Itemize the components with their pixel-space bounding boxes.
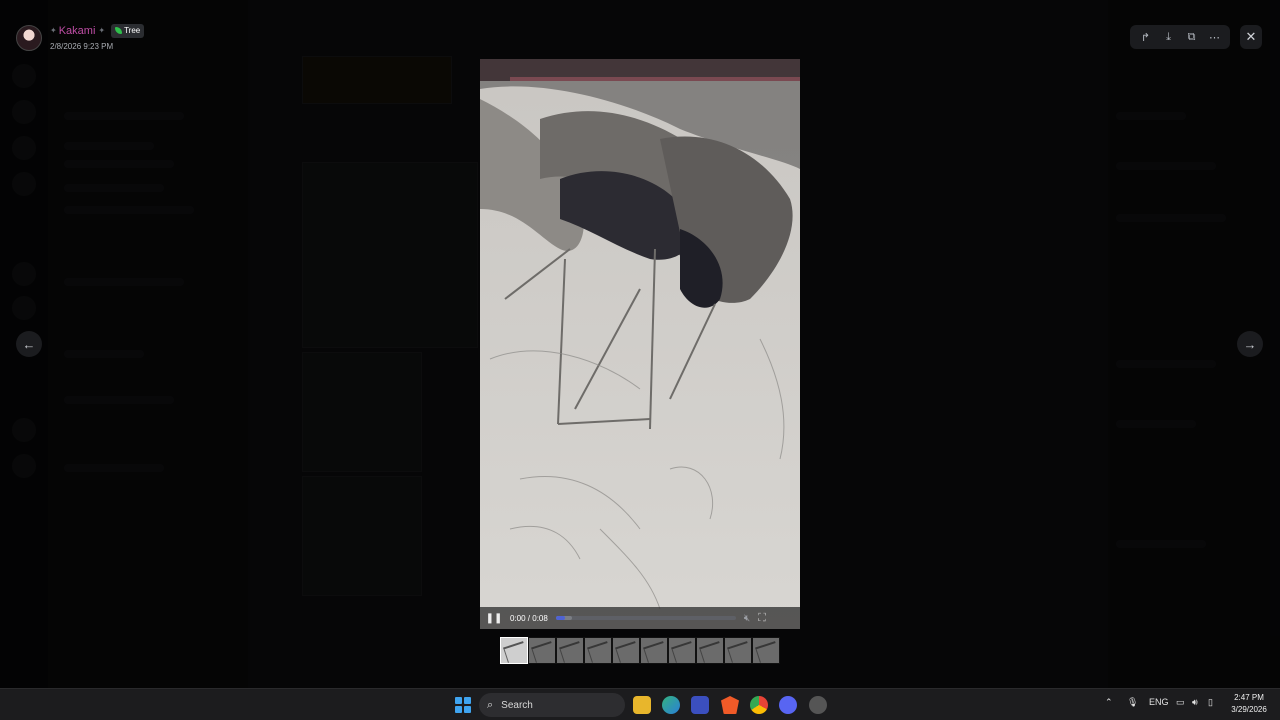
role-badge: Tree <box>111 23 145 38</box>
close-icon[interactable]: ✕ <box>1240 25 1262 49</box>
network-icon[interactable]: ▭ <box>1176 697 1185 708</box>
clock-time: 2:47 PM <box>1234 693 1264 702</box>
open-external-icon[interactable]: ⧉ <box>1183 28 1201 46</box>
brave-icon[interactable] <box>721 696 739 714</box>
media-thumbnail[interactable] <box>556 637 584 664</box>
media-thumbnail[interactable] <box>584 637 612 664</box>
media-thumbnail[interactable] <box>612 637 640 664</box>
video-progress-fill <box>555 616 565 620</box>
media-thumbnail[interactable] <box>528 637 556 664</box>
media-thumbnail[interactable] <box>640 637 668 664</box>
video-time: 0:00 / 0:08 <box>510 613 548 623</box>
download-icon[interactable]: ⤓ <box>1160 28 1178 46</box>
volume-icon[interactable]: 🔊︎ <box>1192 697 1198 708</box>
video-controls: ❚❚ 0:00 / 0:08 🔇︎ ⛶ <box>480 607 800 629</box>
leaf-icon <box>115 27 123 34</box>
avatar[interactable] <box>16 25 42 51</box>
pause-icon[interactable]: ❚❚ <box>484 613 504 624</box>
windows-start-icon[interactable] <box>455 697 471 713</box>
search-icon: ⌕ <box>487 698 494 711</box>
taskbar-search[interactable]: ⌕ Search <box>479 693 625 717</box>
microphone-icon[interactable]: 🎙︎ <box>1127 697 1138 708</box>
role-badge-label: Tree <box>124 25 141 35</box>
more-icon[interactable]: ⋯ <box>1206 28 1224 46</box>
sparkle-icon: ✦ <box>50 25 57 35</box>
video-frame <box>480 59 800 629</box>
app-icon[interactable] <box>809 696 827 714</box>
store-icon[interactable] <box>691 696 709 714</box>
show-hidden-icons-icon[interactable]: ⌃ <box>1105 697 1113 708</box>
media-thumbnail[interactable] <box>500 637 528 664</box>
discord-icon[interactable] <box>779 696 797 714</box>
author-name[interactable]: Kakami <box>59 25 96 37</box>
author-line: ✦ Kakami ✦ Tree <box>50 23 145 38</box>
language-indicator[interactable]: ENG <box>1149 697 1169 707</box>
mute-icon[interactable]: 🔇︎ <box>744 613 750 624</box>
video-player[interactable]: ❚❚ 0:00 / 0:08 🔇︎ ⛶ <box>480 59 800 629</box>
sparkle-icon: ✦ <box>98 25 106 35</box>
media-thumbnail-strip <box>500 637 780 664</box>
system-clock[interactable]: 2:47 PM 3/29/2026 <box>1226 692 1272 716</box>
taskbar-search-label: Search <box>501 699 533 711</box>
media-thumbnail[interactable] <box>752 637 780 664</box>
previous-arrow-icon[interactable]: ← <box>16 331 42 357</box>
video-progress-bar[interactable] <box>555 616 736 620</box>
media-toolbar: ↱ ⤓ ⧉ ⋯ <box>1130 25 1230 49</box>
fullscreen-icon[interactable]: ⛶ <box>758 612 766 625</box>
forward-icon[interactable]: ↱ <box>1137 28 1155 46</box>
post-header: ✦ Kakami ✦ Tree 2/8/2026 9:23 PM <box>16 23 145 53</box>
author-block: ✦ Kakami ✦ Tree 2/8/2026 9:23 PM <box>50 23 145 53</box>
media-thumbnail[interactable] <box>668 637 696 664</box>
post-timestamp: 2/8/2026 9:23 PM <box>50 41 114 51</box>
chrome-icon[interactable] <box>750 696 768 714</box>
battery-icon[interactable]: ▯ <box>1208 697 1213 708</box>
file-explorer-icon[interactable] <box>633 696 651 714</box>
clock-date: 3/29/2026 <box>1231 705 1267 714</box>
taskbar: ⌕ Search ⌃ 🎙︎ ENG ▭ 🔊︎ ▯ 2:47 PM 3/29/20… <box>0 688 1280 720</box>
media-thumbnail[interactable] <box>696 637 724 664</box>
media-thumbnail[interactable] <box>724 637 752 664</box>
edge-icon[interactable] <box>662 696 680 714</box>
next-arrow-icon[interactable]: → <box>1237 331 1263 357</box>
